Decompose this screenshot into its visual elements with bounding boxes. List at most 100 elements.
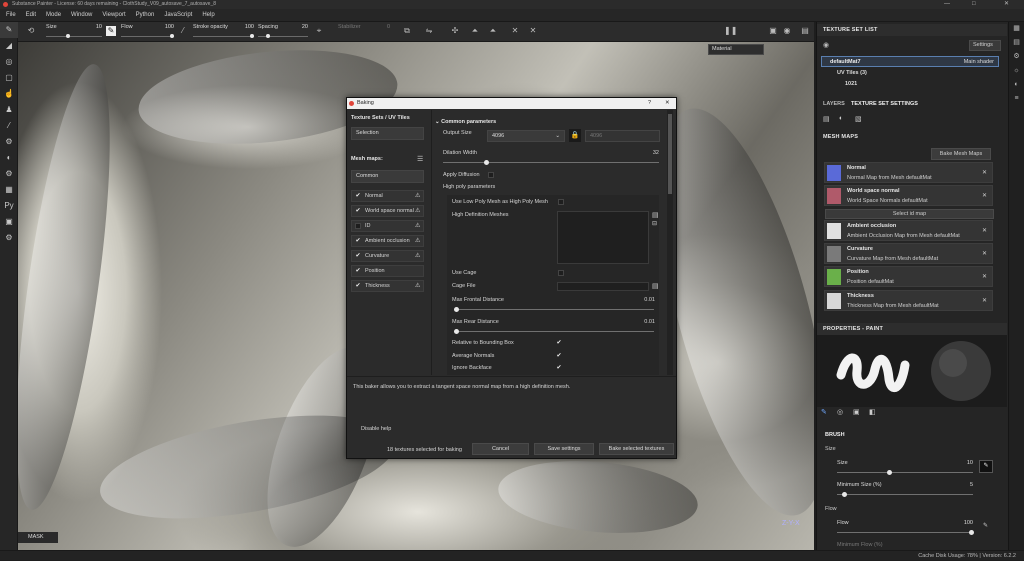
dialog-help-icon[interactable]: ? <box>648 98 651 109</box>
menu-edit[interactable]: Edit <box>21 9 41 22</box>
params-scrollbar[interactable] <box>667 110 673 375</box>
mesh-map-row[interactable]: ✔ Normal ⚠ <box>351 190 424 202</box>
tab-texture-set-settings[interactable]: TEXTURE SET SETTINGS <box>851 101 918 107</box>
pause-icon[interactable]: ❚❚ <box>724 26 737 36</box>
save-settings-button[interactable]: Save settings <box>534 443 594 455</box>
rotate-icon[interactable]: ✕ <box>528 26 538 36</box>
bake-icon[interactable]: ◐ <box>0 150 18 166</box>
max-frontal-slider[interactable] <box>454 307 654 312</box>
dilation-width-slider[interactable] <box>443 160 659 165</box>
tss-mesh-icon[interactable]: ▧ <box>855 115 862 123</box>
shader-settings-icon[interactable]: ◐ <box>1009 78 1024 92</box>
output-size-linked[interactable]: 4096 <box>585 130 660 142</box>
polygon-fill-icon[interactable]: ⚙ <box>0 134 18 150</box>
brush-size-handle[interactable] <box>886 470 892 475</box>
history-icon[interactable]: ⚙ <box>0 230 18 246</box>
lazy-mouse-icon[interactable]: ⌖ <box>314 26 324 36</box>
tss-tab-icon[interactable]: ▤ <box>823 115 830 123</box>
camera-side-icon[interactable]: ⏶ <box>488 26 498 36</box>
brush-color-icon[interactable]: ✎ <box>106 26 116 36</box>
remove-map-icon[interactable]: ✕ <box>982 192 987 199</box>
flow-pen-pressure-icon[interactable]: ✎ <box>983 522 988 529</box>
brush-flow-handle[interactable] <box>969 530 974 535</box>
spacing-slider-handle[interactable] <box>266 34 270 38</box>
mesh-map-row[interactable]: ✔ Curvature ⚠ <box>351 250 424 262</box>
mesh-map-checkbox[interactable]: ✔ <box>355 193 361 199</box>
python-icon[interactable]: Py <box>0 198 18 214</box>
mesh-map-checkbox[interactable]: ✔ <box>355 208 361 214</box>
flow-pen-icon[interactable]: ⁄ <box>178 26 188 36</box>
output-size-select[interactable]: 4096 ⌄ <box>487 130 565 142</box>
common-item[interactable]: Common <box>351 170 424 183</box>
pen-pressure-icon[interactable]: ✎ <box>979 460 993 473</box>
select-id-map-button[interactable]: Select id map <box>825 209 994 219</box>
brush-flow-slider[interactable] <box>837 530 974 535</box>
menu-javascript[interactable]: JavaScript <box>159 9 197 22</box>
mesh-map-row[interactable]: ✔ Ambient occlusion ⚠ <box>351 235 424 247</box>
use-cage-checkbox[interactable] <box>558 270 564 276</box>
common-params-title[interactable]: ⌄ Common parameters <box>435 119 496 125</box>
mesh-map-row[interactable]: ID ⚠ <box>351 220 424 232</box>
menu-python[interactable]: Python <box>131 9 160 22</box>
mesh-map-row[interactable]: ✔ Position <box>351 265 424 277</box>
remove-map-icon[interactable]: ✕ <box>982 250 987 257</box>
dilation-width-value[interactable]: 32 <box>643 150 659 156</box>
use-low-poly-checkbox[interactable] <box>558 199 564 205</box>
display-icon[interactable]: ▣ <box>768 26 778 36</box>
texture-set-shader[interactable]: Main shader <box>964 59 994 65</box>
shelf-icon[interactable]: ▦ <box>0 182 18 198</box>
remove-map-icon[interactable]: ✕ <box>982 227 987 234</box>
max-rear-value[interactable]: 0.01 <box>635 319 655 325</box>
mesh-map-item[interactable]: Curvature Curvature Map from Mesh default… <box>824 243 993 264</box>
menu-viewport[interactable]: Viewport <box>97 9 130 22</box>
alignment-icon[interactable]: ⟲ <box>26 26 36 36</box>
remove-icon[interactable]: ⊟ <box>652 220 657 227</box>
mesh-map-row[interactable]: ✔ Thickness ⚠ <box>351 280 424 292</box>
texture-set-row[interactable]: defaultMat7 Main shader <box>821 56 999 67</box>
stencil-tab-icon[interactable]: ▣ <box>853 408 860 416</box>
eye-icon[interactable]: ◉ <box>823 41 829 49</box>
uv-tile-item[interactable]: 1021 <box>845 81 857 87</box>
ignore-backface-checkbox[interactable]: ✔ <box>556 365 562 371</box>
log-icon[interactable]: ≡ <box>1009 92 1024 106</box>
brush-size-value[interactable]: 10 <box>957 460 973 466</box>
cage-file-browse-icon[interactable]: ▤ <box>652 282 659 290</box>
mesh-map-checkbox[interactable]: ✔ <box>355 253 361 259</box>
mesh-map-row[interactable]: ✔ World space normal ⚠ <box>351 205 424 217</box>
paint-brush-icon[interactable]: ✎ <box>0 22 18 38</box>
mesh-map-item[interactable]: Normal Normal Map from Mesh defaultMat ✕ <box>824 162 993 183</box>
relative-bbox-checkbox[interactable]: ✔ <box>556 340 562 346</box>
size-slider[interactable] <box>46 34 102 38</box>
uv-tiles-label[interactable]: UV Tiles (3) <box>837 70 867 76</box>
mesh-map-item[interactable]: Thickness Thickness Map from Mesh default… <box>824 290 993 311</box>
camera-front-icon[interactable]: ⏶ <box>470 26 480 36</box>
mesh-map-item[interactable]: Ambient occlusion Ambient Occlusion Map f… <box>824 220 993 241</box>
stroke-opacity-slider[interactable] <box>193 34 254 38</box>
settings-dropdown[interactable]: Settings <box>969 40 1001 51</box>
flow-value[interactable]: 100 <box>156 24 174 30</box>
size-slider-handle[interactable] <box>66 34 71 38</box>
file-add-icon[interactable]: ▤ <box>652 211 659 219</box>
remove-map-icon[interactable]: ✕ <box>982 169 987 176</box>
eraser-icon[interactable]: ◢ <box>0 38 18 54</box>
remove-map-icon[interactable]: ✕ <box>982 297 987 304</box>
menu-file[interactable]: File <box>0 9 21 22</box>
spacing-slider[interactable] <box>258 34 308 38</box>
lock-icon[interactable]: 🔒 <box>569 129 581 142</box>
geometry-mask-icon[interactable]: ▢ <box>0 70 18 86</box>
stroke-opacity-handle[interactable] <box>250 34 254 38</box>
projection-icon[interactable]: ◎ <box>0 54 18 70</box>
mesh-map-item[interactable]: World space normal World Space Normals de… <box>824 185 993 206</box>
min-size-handle[interactable] <box>841 492 847 497</box>
mesh-map-checkbox[interactable]: ✔ <box>355 268 361 274</box>
mesh-map-checkbox[interactable]: ✔ <box>355 238 361 244</box>
tab-layers[interactable]: LAYERS <box>823 101 845 107</box>
settings-gear-icon[interactable]: ⚙ <box>0 166 18 182</box>
size-value[interactable]: 10 <box>84 24 102 30</box>
max-frontal-value[interactable]: 0.01 <box>635 297 655 303</box>
smudge-icon[interactable]: ☝ <box>0 86 18 102</box>
max-frontal-handle[interactable] <box>454 307 459 312</box>
alpha-tab-icon[interactable]: ◎ <box>837 408 843 416</box>
min-size-value[interactable]: 5 <box>957 482 973 488</box>
menu-mode[interactable]: Mode <box>41 9 66 22</box>
